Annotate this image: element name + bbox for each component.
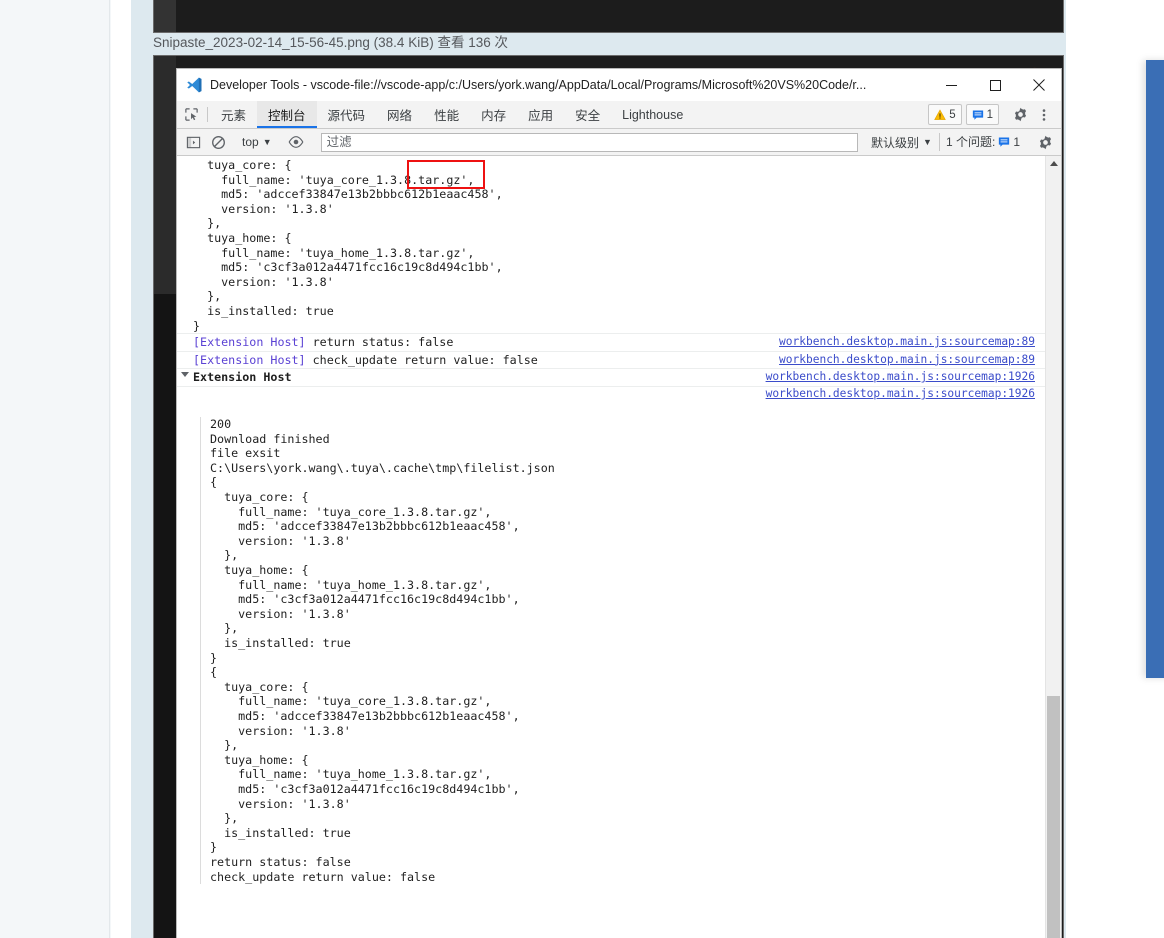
scroll-up-arrow-icon[interactable] (1050, 161, 1058, 166)
source-link[interactable]: workbench.desktop.main.js:sourcemap:89 (779, 353, 1035, 368)
issues-count: 1 (1013, 135, 1020, 149)
issues-counter[interactable]: 1 个问题: 1 (938, 133, 1026, 151)
console-toolbar: top ▼ 默认级别 ▼ (177, 129, 1061, 156)
issues-label: 1 个问题: (945, 135, 996, 149)
warning-count: 5 (949, 108, 956, 121)
extension-host-prefix: [Extension Host] (193, 352, 306, 367)
info-message-icon (972, 110, 983, 120)
tab-elements[interactable]: 元素 (210, 101, 257, 128)
chevron-down-icon[interactable] (181, 372, 189, 378)
tab-memory[interactable]: 内存 (470, 101, 517, 128)
console-sidebar-toggle-button[interactable] (181, 131, 205, 153)
info-count: 1 (986, 108, 993, 121)
console-group-body[interactable]: 200 Download finished file exsit C:\User… (177, 387, 1045, 914)
devtools-more-button[interactable] (1032, 104, 1056, 126)
right-side-blue-panel[interactable] (1146, 60, 1164, 678)
maximize-icon (989, 79, 1001, 91)
info-message-icon (999, 137, 1010, 147)
previous-attachment-image (153, 0, 1064, 33)
tab-network[interactable]: 网络 (376, 101, 423, 128)
console-level-label: 默认级别 (871, 135, 920, 150)
console-message-list[interactable]: tuya_core: { full_name: 'tuya_core_1.3.8… (177, 156, 1045, 938)
console-message-text: check_update return value: false (305, 352, 538, 367)
kebab-menu-icon (1042, 108, 1046, 121)
tab-performance[interactable]: 性能 (423, 101, 470, 128)
console-group-title: Extension Host (193, 370, 292, 385)
console-level-selector[interactable]: 默认级别 ▼ (865, 134, 938, 151)
console-message-text: return status: false (305, 335, 454, 350)
maximize-button[interactable] (973, 70, 1017, 101)
minimize-icon (945, 84, 957, 86)
console-message-object-tail[interactable]: tuya_core: { full_name: 'tuya_core_1.3.8… (177, 157, 1045, 334)
page-left-gutter (0, 0, 110, 938)
close-icon (1033, 79, 1045, 91)
attachment-caption: Snipaste_2023-02-14_15-56-45.png (38.4 K… (153, 35, 508, 50)
console-message-check-update[interactable]: [Extension Host] check_update return val… (177, 350, 1045, 370)
tab-sources[interactable]: 源代码 (317, 101, 377, 128)
devtools-window: Developer Tools - vscode-file://vscode-a… (176, 68, 1062, 938)
live-expression-eye-icon (288, 136, 304, 148)
screenshot-dark-sidebar (154, 0, 176, 32)
console-object-text: tuya_core: { full_name: 'tuya_core_1.3.8… (193, 158, 503, 333)
devtools-tabbar: 元素 控制台 源代码 网络 性能 内存 应用 安全 Lighthouse 5 1 (177, 101, 1061, 129)
console-context-label: top (242, 135, 259, 149)
warning-triangle-icon (934, 108, 946, 120)
warning-count-badge[interactable]: 5 (928, 104, 962, 125)
devtools-window-title: Developer Tools - vscode-file://vscode-a… (210, 78, 867, 92)
minimize-button[interactable] (929, 70, 973, 101)
tab-application[interactable]: 应用 (517, 101, 564, 128)
gear-icon (1014, 107, 1026, 122)
inspect-element-icon (184, 108, 198, 121)
extension-host-prefix: [Extension Host] (193, 335, 306, 350)
console-settings-button[interactable] (1033, 131, 1057, 153)
console-scrollbar[interactable] (1045, 156, 1061, 938)
console-group-header[interactable]: Extension Host workbench.desktop.main.js:… (177, 368, 1045, 387)
attachment-region: Snipaste_2023-02-14_15-56-45.png (38.4 K… (131, 0, 1066, 938)
console-message-return-status[interactable]: [Extension Host] return status: false wor… (177, 333, 1045, 352)
console-scrollbar-thumb[interactable] (1047, 696, 1060, 938)
devtools-titlebar: Developer Tools - vscode-file://vscode-a… (177, 69, 1061, 101)
tab-security[interactable]: 安全 (564, 101, 611, 128)
attachment-screenshot: Developer Tools - vscode-file://vscode-a… (153, 55, 1064, 938)
screenshot-dark-sidebar-lower (154, 294, 176, 938)
console-body: tuya_core: { full_name: 'tuya_core_1.3.8… (177, 156, 1061, 938)
chevron-down-icon: ▼ (262, 137, 272, 147)
source-link[interactable]: workbench.desktop.main.js:sourcemap:1926 (766, 387, 1035, 402)
live-expression-button[interactable] (284, 131, 308, 153)
console-filter-input[interactable] (320, 132, 859, 152)
chevron-down-icon: ▼ (923, 137, 932, 147)
tabbar-separator (207, 107, 208, 122)
tab-console[interactable]: 控制台 (257, 101, 317, 128)
vscode-logo-icon (187, 77, 202, 93)
close-button[interactable] (1017, 70, 1061, 101)
info-count-badge[interactable]: 1 (965, 104, 999, 125)
tab-lighthouse[interactable]: Lighthouse (611, 101, 694, 128)
source-link[interactable]: workbench.desktop.main.js:sourcemap:1926 (766, 370, 1035, 385)
console-sidebar-toggle-icon (186, 136, 200, 148)
clear-console-icon (211, 135, 225, 149)
devtools-settings-button[interactable] (1008, 104, 1032, 126)
console-context-selector[interactable]: top ▼ (237, 132, 277, 152)
console-group-text: 200 Download finished file exsit C:\User… (210, 417, 555, 884)
post-body: Snipaste_2023-02-14_15-56-45.png (38.4 K… (111, 0, 1164, 938)
inspect-element-button[interactable] (177, 101, 205, 128)
clear-console-button[interactable] (206, 131, 230, 153)
console-group-content: 200 Download finished file exsit C:\User… (200, 387, 1045, 885)
source-link[interactable]: workbench.desktop.main.js:sourcemap:89 (779, 335, 1035, 350)
gear-icon (1039, 135, 1051, 149)
